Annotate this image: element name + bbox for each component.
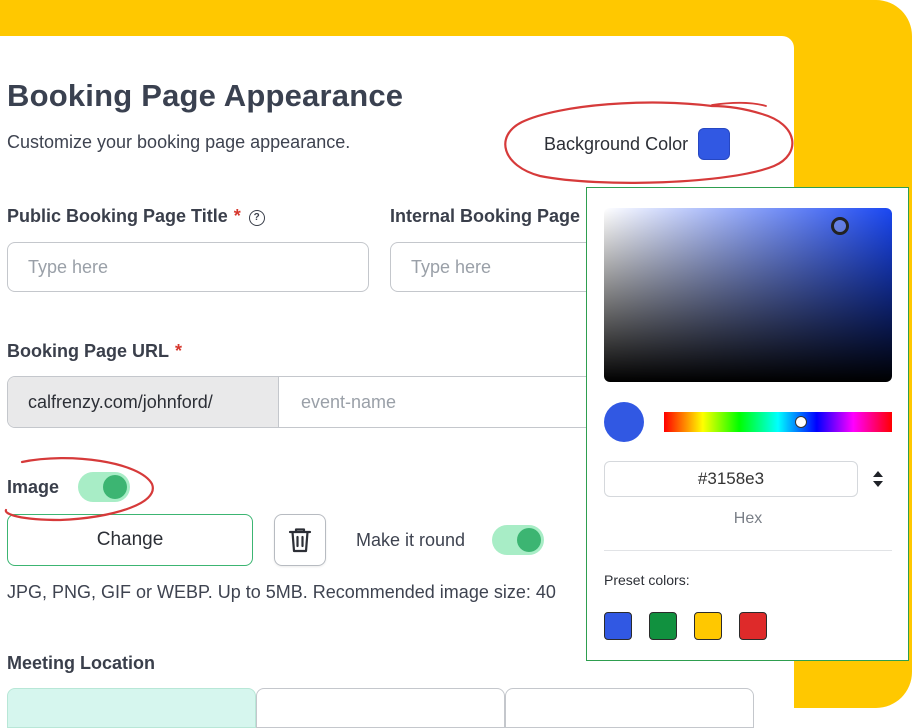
saturation-area[interactable] [604,208,892,382]
url-slug-input[interactable]: event-name [279,377,626,427]
url-label: Booking Page URL * [7,341,182,362]
url-label-text: Booking Page URL [7,341,170,361]
image-label: Image [7,477,60,497]
saturation-handle[interactable] [831,217,849,235]
image-hint: JPG, PNG, GIF or WEBP. Up to 5MB. Recomm… [7,582,556,602]
divider [604,550,892,551]
meeting-location-label: Meeting Location [7,653,155,673]
background-color-control[interactable]: Background Color [544,128,731,160]
public-title-input[interactable]: Type here [7,242,369,292]
trash-icon [288,528,312,553]
preset-color-red[interactable] [739,612,767,640]
background-color-swatch[interactable] [698,128,731,160]
sort-arrows-icon [873,471,883,487]
hue-handle[interactable] [794,416,807,428]
location-option-1[interactable] [7,688,256,728]
page-title: Booking Page Appearance [7,78,404,113]
preset-colors [604,612,767,640]
background-color-label: Background Color [544,133,689,154]
delete-image-button[interactable] [274,514,326,566]
image-toggle[interactable] [78,472,130,502]
preset-color-yellow[interactable] [694,612,722,640]
url-field[interactable]: calfrenzy.com/johnford/ event-name [7,376,627,428]
internal-title-label: Internal Booking Page [390,206,581,226]
format-toggle[interactable] [871,469,885,489]
public-title-label: Public Booking Page Title *? [7,206,265,227]
location-option-3[interactable] [505,688,754,728]
color-picker-popover: #3158e3 Hex Preset colors: [586,187,909,661]
page-subtitle: Customize your booking page appearance. [7,132,351,152]
color-preview [604,402,644,442]
url-prefix: calfrenzy.com/johnford/ [8,377,279,427]
internal-title-placeholder: Type here [411,256,492,277]
required-mark: * [175,341,183,361]
hex-input[interactable]: #3158e3 [604,461,858,497]
change-image-button[interactable]: Change [7,514,253,566]
preset-colors-label: Preset colors: [604,572,690,588]
hue-slider[interactable] [664,412,892,432]
format-label: Hex [733,510,763,527]
preset-color-blue[interactable] [604,612,632,640]
required-mark: * [233,206,241,226]
help-icon[interactable]: ? [248,210,265,226]
public-title-placeholder: Type here [28,256,109,277]
make-round-label: Make it round [356,530,466,550]
make-round-toggle[interactable] [492,525,544,555]
location-option-2[interactable] [256,688,505,728]
toggle-knob [103,475,127,499]
public-title-label-text: Public Booking Page Title [7,206,228,226]
preset-color-green[interactable] [649,612,677,640]
toggle-knob [517,528,541,552]
